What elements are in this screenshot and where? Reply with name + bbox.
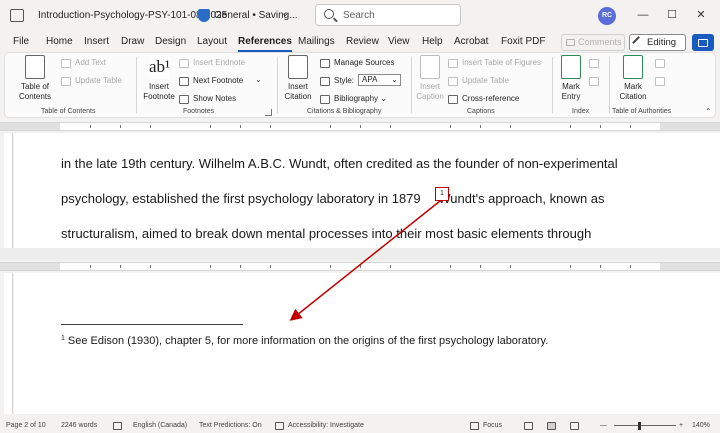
annotation-arrow — [289, 200, 441, 321]
focus-icon[interactable] — [470, 422, 479, 430]
page-count[interactable]: Page 2 of 10 — [6, 422, 46, 429]
accessibility-icon[interactable] — [275, 422, 284, 430]
language[interactable]: English (Canada) — [133, 422, 187, 429]
arrow-line — [289, 200, 441, 321]
zoom-out-icon[interactable]: — — [600, 422, 607, 429]
accessibility-status[interactable]: Accessibility: Investigate — [288, 422, 364, 429]
zoom-slider-thumb[interactable] — [638, 422, 641, 430]
text-predictions[interactable]: Text Predictions: On — [199, 422, 262, 429]
print-layout-icon[interactable] — [547, 422, 556, 430]
zoom-in-icon[interactable]: + — [679, 422, 683, 429]
zoom-level[interactable]: 140% — [692, 422, 710, 429]
word-count[interactable]: 2246 words — [61, 422, 97, 429]
web-layout-icon[interactable] — [570, 422, 579, 430]
proofing-icon[interactable] — [113, 422, 122, 430]
read-mode-icon[interactable] — [524, 422, 533, 430]
zoom-slider[interactable] — [614, 425, 676, 426]
focus-label[interactable]: Focus — [483, 422, 502, 429]
status-bar: Page 2 of 10 2246 words English (Canada)… — [0, 419, 720, 433]
